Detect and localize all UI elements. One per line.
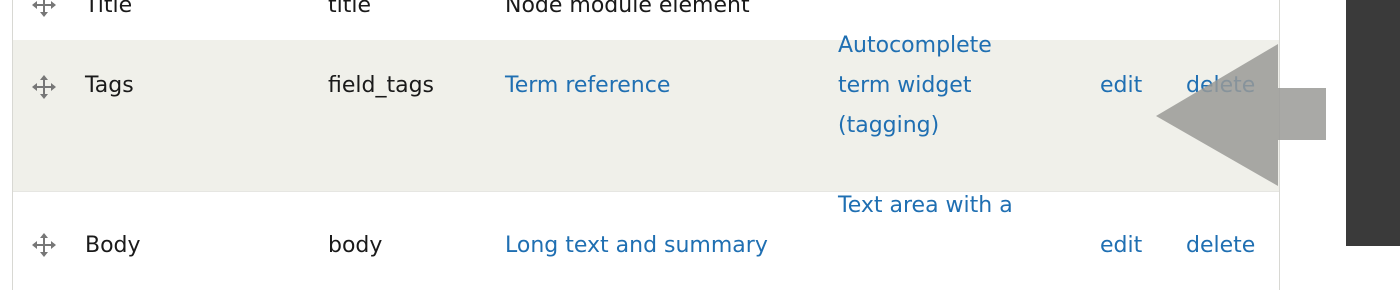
table-row-selected: Tags field_tags Term reference Autocompl… xyxy=(13,33,1279,191)
drag-handle-icon[interactable] xyxy=(31,232,57,258)
table-row: Body body Long text and summary Text are… xyxy=(13,191,1279,292)
field-machine-name: field_tags xyxy=(328,73,435,98)
edit-link[interactable]: edit xyxy=(1100,66,1142,106)
pointer-arrow-icon xyxy=(1150,44,1330,196)
widget-link-line-2[interactable]: term widget xyxy=(838,66,971,106)
drag-handle-icon[interactable] xyxy=(31,74,57,100)
field-machine-name: title xyxy=(328,0,372,18)
field-label: Body xyxy=(85,233,141,258)
field-label: Title xyxy=(85,0,133,18)
drag-handle-icon[interactable] xyxy=(31,0,57,18)
widget-link-line-1[interactable]: Autocomplete xyxy=(838,26,992,66)
table-row: Title title Node module element xyxy=(13,0,1279,41)
right-scrollbar-area xyxy=(1346,0,1400,246)
delete-link[interactable]: delete xyxy=(1186,226,1255,266)
widget-link-line-1[interactable]: Text area with a xyxy=(838,186,1013,226)
edit-link[interactable]: edit xyxy=(1100,226,1142,266)
field-type: Node module element xyxy=(505,0,750,18)
field-type-link[interactable]: Long text and summary xyxy=(505,226,768,266)
fields-table: Title title Node module element Tags fie… xyxy=(12,0,1280,292)
field-type-link[interactable]: Term reference xyxy=(505,66,670,106)
field-label: Tags xyxy=(85,73,134,98)
field-machine-name: body xyxy=(328,233,383,258)
widget-link-line-3[interactable]: (tagging) xyxy=(838,106,939,146)
